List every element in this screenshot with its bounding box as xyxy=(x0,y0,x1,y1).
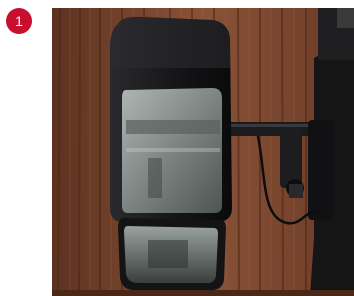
step-number-badge: 1 xyxy=(6,8,32,34)
mirror-photo xyxy=(52,8,354,296)
product-photo xyxy=(52,8,354,296)
